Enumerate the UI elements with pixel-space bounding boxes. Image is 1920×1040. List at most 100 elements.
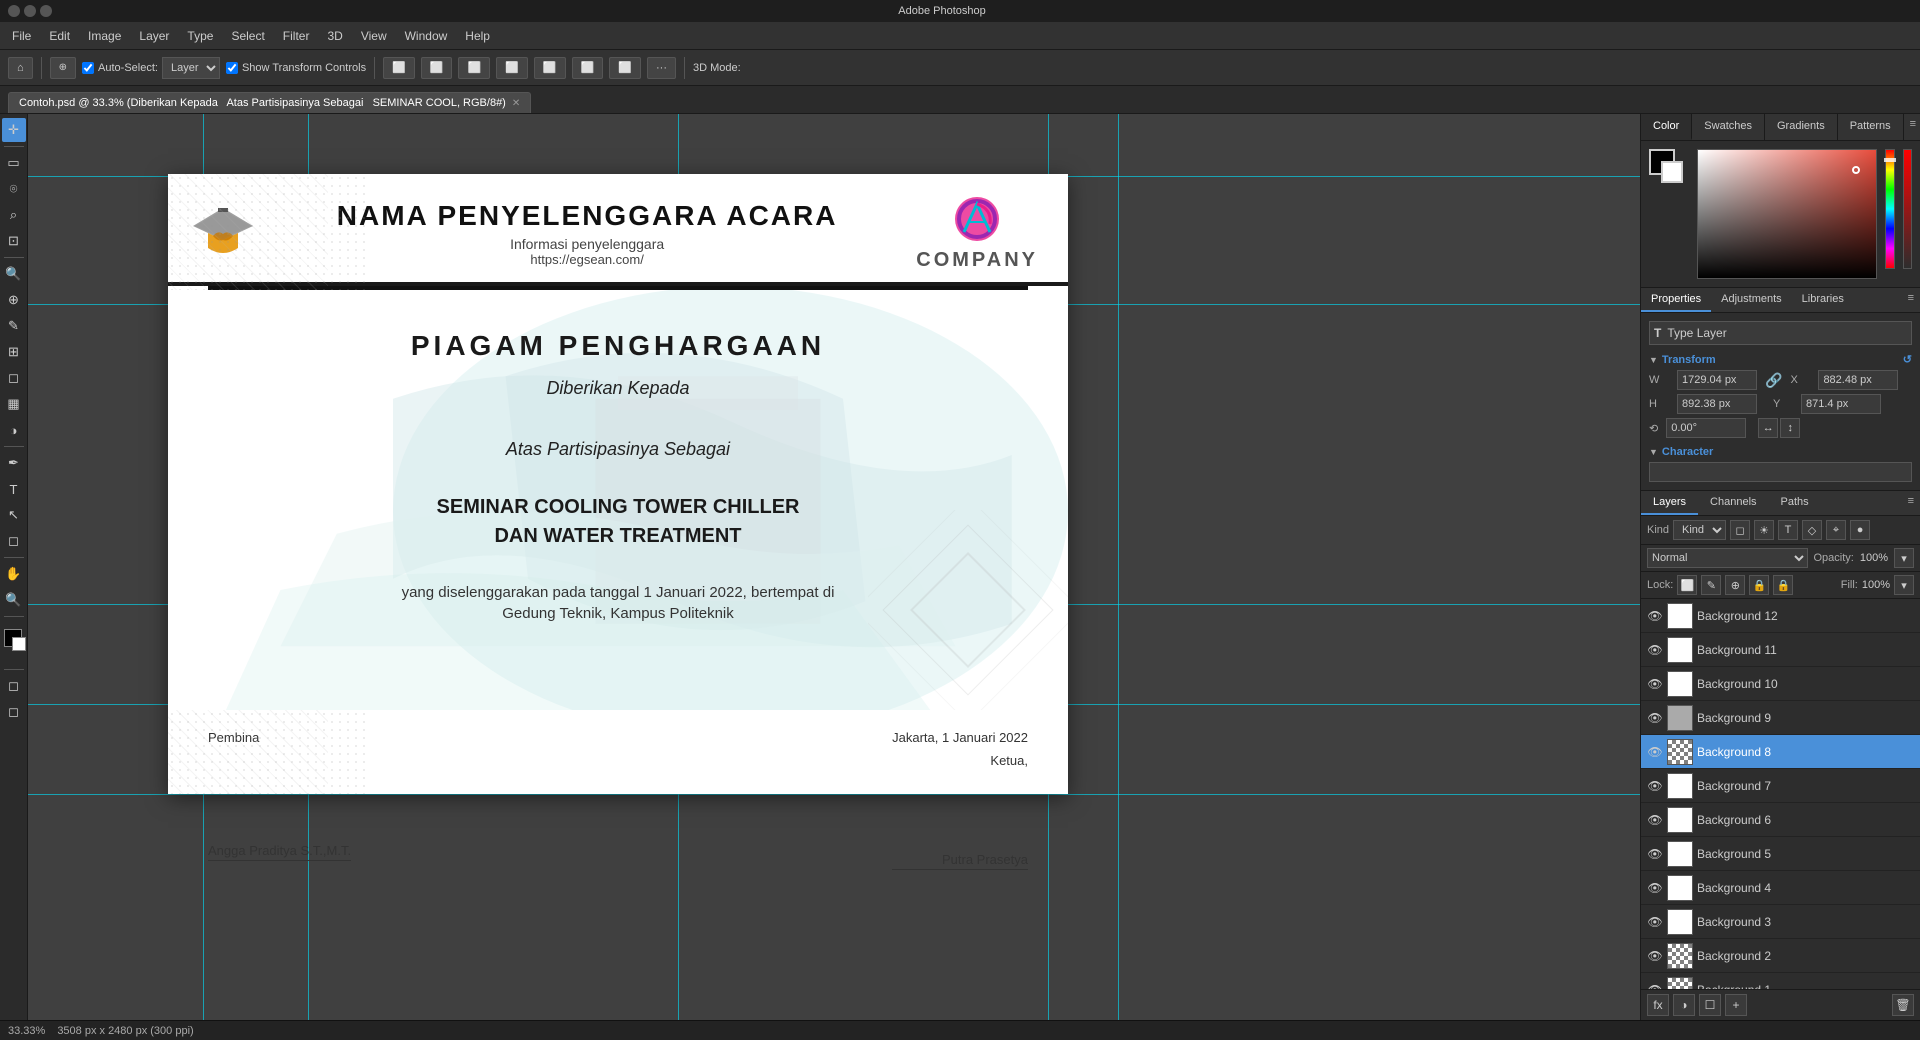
filter-shape-btn[interactable]: ◇: [1802, 520, 1822, 540]
screen-mode-btn[interactable]: ◻: [2, 700, 26, 724]
layer-visibility-toggle[interactable]: 👁: [1647, 812, 1663, 828]
align-bottom[interactable]: ⬜: [572, 57, 604, 79]
blending-select[interactable]: Normal: [1647, 548, 1808, 568]
properties-tab[interactable]: Properties: [1641, 288, 1711, 312]
layer-visibility-toggle[interactable]: 👁: [1647, 982, 1663, 990]
layer-visibility-toggle[interactable]: 👁: [1647, 744, 1663, 760]
window-controls[interactable]: [8, 5, 52, 17]
lock-transparent-btn[interactable]: ⬜: [1677, 575, 1697, 595]
layer-item[interactable]: 👁Background 3: [1641, 905, 1920, 939]
lock-artboard-btn[interactable]: ⊕: [1725, 575, 1745, 595]
layer-item[interactable]: 👁Background 12: [1641, 599, 1920, 633]
menu-filter[interactable]: Filter: [275, 26, 318, 46]
show-transform-checkbox[interactable]: Show Transform Controls: [226, 62, 366, 74]
y-input[interactable]: [1801, 394, 1881, 414]
path-select-tool[interactable]: ↖: [2, 503, 26, 527]
filter-adjust-btn[interactable]: ☀: [1754, 520, 1774, 540]
panel-menu-btn[interactable]: ≡: [1904, 114, 1920, 140]
layer-item[interactable]: 👁Background 7: [1641, 769, 1920, 803]
lock-image-btn[interactable]: ✎: [1701, 575, 1721, 595]
shape-tool[interactable]: ◻: [2, 529, 26, 553]
align-right[interactable]: ⬜: [458, 57, 490, 79]
pen-tool[interactable]: ✒: [2, 451, 26, 475]
menu-view[interactable]: View: [353, 26, 395, 46]
lock-position-btn[interactable]: 🔒: [1749, 575, 1769, 595]
align-left[interactable]: ⬜: [383, 57, 415, 79]
text-tool[interactable]: T: [2, 477, 26, 501]
canvas-area[interactable]: NAMA PENYELENGGARA ACARA Informasi penye…: [28, 114, 1640, 1020]
crop-tool[interactable]: ⊡: [2, 229, 26, 253]
layer-item[interactable]: 👁Background 8: [1641, 735, 1920, 769]
auto-select-checkbox[interactable]: Auto-Select: Layer: [82, 57, 220, 79]
spot-heal-tool[interactable]: ⊕: [2, 288, 26, 312]
layer-visibility-toggle[interactable]: 👁: [1647, 676, 1663, 692]
rotation-input[interactable]: [1666, 418, 1746, 438]
dodge-tool[interactable]: ◑: [2, 418, 26, 442]
distribute[interactable]: ⬜: [609, 57, 641, 79]
layer-visibility-toggle[interactable]: 👁: [1647, 914, 1663, 930]
layer-item[interactable]: 👁Background 9: [1641, 701, 1920, 735]
layer-item[interactable]: 👁Background 6: [1641, 803, 1920, 837]
layers-menu-btn[interactable]: ≡: [1902, 491, 1920, 515]
minimize-btn[interactable]: [8, 5, 20, 17]
width-input[interactable]: [1677, 370, 1757, 390]
new-layer-btn[interactable]: +: [1725, 994, 1747, 1016]
group-btn[interactable]: ☐: [1699, 994, 1721, 1016]
fx-btn[interactable]: fx: [1647, 994, 1669, 1016]
lock-all-btn[interactable]: 🔒: [1773, 575, 1793, 595]
paths-tab[interactable]: Paths: [1769, 491, 1821, 515]
character-arrow[interactable]: ▼: [1649, 447, 1658, 457]
layer-visibility-toggle[interactable]: 👁: [1647, 880, 1663, 896]
adjustments-tab[interactable]: Adjustments: [1711, 288, 1792, 312]
adjustment-layer-btn[interactable]: ◑: [1673, 994, 1695, 1016]
flip-v-btn[interactable]: ↕: [1780, 418, 1800, 438]
hue-slider[interactable]: [1885, 149, 1895, 269]
fill-menu[interactable]: ▾: [1894, 575, 1914, 595]
align-center-h[interactable]: ⬜: [534, 57, 566, 79]
gradient-tool[interactable]: ▦: [2, 392, 26, 416]
menu-3d[interactable]: 3D: [319, 26, 350, 46]
quick-mask-btn[interactable]: ◻: [2, 674, 26, 698]
marquee-tool[interactable]: ▭: [2, 151, 26, 175]
layer-item[interactable]: 👁Background 11: [1641, 633, 1920, 667]
libraries-tab[interactable]: Libraries: [1792, 288, 1854, 312]
layer-visibility-toggle[interactable]: 👁: [1647, 846, 1663, 862]
menu-help[interactable]: Help: [457, 26, 498, 46]
gradients-tab[interactable]: Gradients: [1765, 114, 1838, 140]
maximize-btn[interactable]: [24, 5, 36, 17]
menu-file[interactable]: File: [4, 26, 39, 46]
eraser-tool[interactable]: ◻: [2, 366, 26, 390]
character-bar[interactable]: [1649, 462, 1912, 482]
props-menu-btn[interactable]: ≡: [1902, 288, 1920, 312]
layer-item[interactable]: 👁Background 2: [1641, 939, 1920, 973]
layers-tab[interactable]: Layers: [1641, 491, 1698, 515]
filter-type-btn[interactable]: T: [1778, 520, 1798, 540]
menu-edit[interactable]: Edit: [41, 26, 78, 46]
menu-window[interactable]: Window: [397, 26, 456, 46]
tab-close-btn[interactable]: ✕: [512, 98, 520, 109]
layer-select[interactable]: Layer: [162, 57, 220, 79]
delete-layer-btn[interactable]: 🗑: [1892, 994, 1914, 1016]
layer-visibility-toggle[interactable]: 👁: [1647, 948, 1663, 964]
move-tool[interactable]: ✛: [2, 118, 26, 142]
more-options[interactable]: ···: [647, 57, 676, 79]
swatches-tab[interactable]: Swatches: [1692, 114, 1765, 140]
menu-type[interactable]: Type: [179, 26, 221, 46]
kind-select[interactable]: Kind: [1673, 520, 1726, 540]
layer-item[interactable]: 👁Background 1: [1641, 973, 1920, 989]
x-input[interactable]: [1818, 370, 1898, 390]
home-btn[interactable]: ⌂: [8, 57, 33, 79]
clone-tool[interactable]: ⊞: [2, 340, 26, 364]
layer-visibility-toggle[interactable]: 👁: [1647, 710, 1663, 726]
layer-visibility-toggle[interactable]: 👁: [1647, 642, 1663, 658]
menu-image[interactable]: Image: [80, 26, 129, 46]
bg-color-box[interactable]: [1661, 161, 1683, 183]
align-top[interactable]: ⬜: [496, 57, 528, 79]
transform-arrow[interactable]: ▼: [1649, 355, 1658, 365]
opacity-menu[interactable]: ▾: [1894, 548, 1914, 568]
layer-visibility-toggle[interactable]: 👁: [1647, 778, 1663, 794]
hand-tool[interactable]: ✋: [2, 562, 26, 586]
lasso-tool[interactable]: ⌾: [2, 177, 26, 201]
menu-layer[interactable]: Layer: [131, 26, 177, 46]
document-tab[interactable]: Contoh.psd @ 33.3% (Diberikan Kepada Ata…: [8, 92, 531, 113]
